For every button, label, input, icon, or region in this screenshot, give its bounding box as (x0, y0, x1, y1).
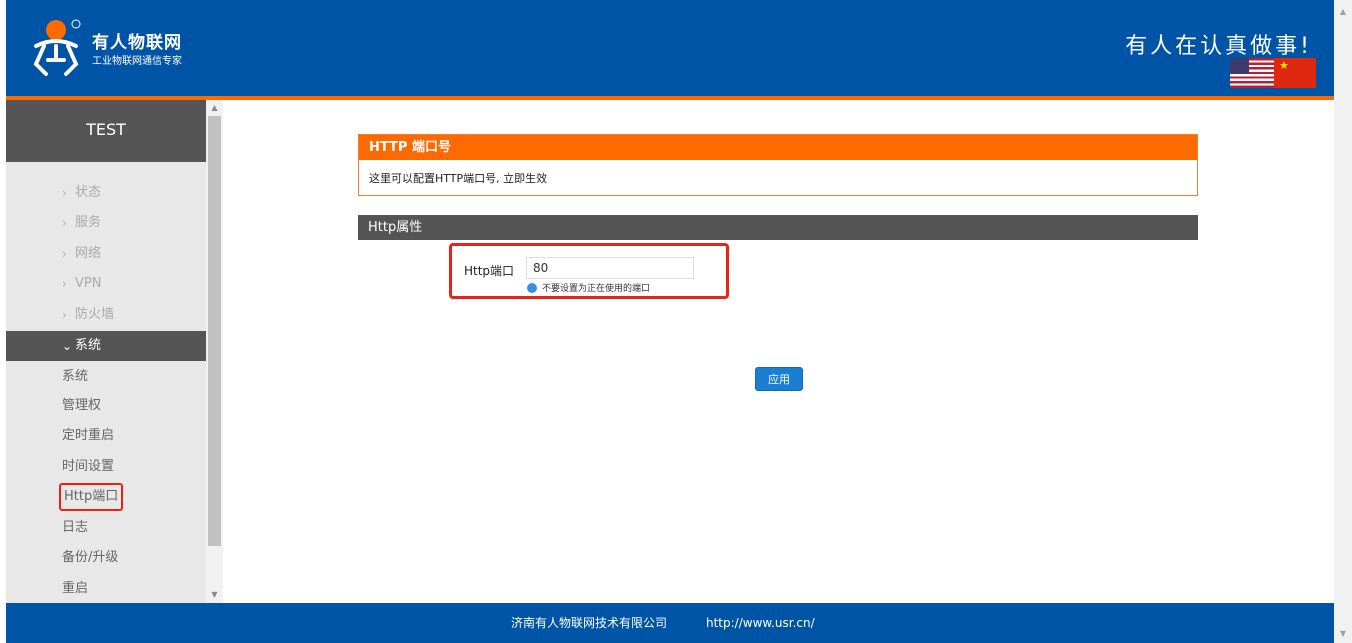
sidebar-item-label: 防火墙 (75, 307, 115, 322)
submenu-backup-upgrade[interactable]: 备份/升级 (62, 543, 118, 573)
submenu-http-port[interactable]: Http端口 (59, 483, 124, 511)
submenu-log[interactable]: 日志 (62, 513, 88, 543)
sidebar-item-label: 状态 (75, 185, 102, 200)
sidebar-item-label: VPN (75, 276, 102, 291)
sidebar-item-status[interactable]: › 状态 (6, 178, 206, 208)
sidebar-item-vpn[interactable]: › VPN (6, 269, 206, 299)
apply-button[interactable]: 应用 (755, 367, 803, 391)
page-scrollbar[interactable] (1334, 0, 1352, 643)
chevron-right-icon: › (62, 277, 67, 291)
info-panel: HTTP 端口号 这里可以配置HTTP端口号, 立即生效 (358, 134, 1198, 196)
chevron-down-icon: ⌄ (62, 339, 73, 353)
sidebar-scrollbar-thumb[interactable] (208, 116, 221, 546)
footer: 济南有人物联网技术有限公司 http://www.usr.cn/ (6, 603, 1334, 643)
scroll-up-icon[interactable]: ▲ (206, 100, 223, 116)
submenu-admin[interactable]: 管理权 (62, 391, 101, 421)
scroll-down-icon[interactable]: ▼ (206, 587, 223, 603)
english-flag-icon[interactable] (1230, 58, 1274, 88)
footer-company: 济南有人物联网技术有限公司 (511, 616, 668, 630)
chevron-right-icon: › (62, 186, 67, 200)
sidebar: TEST › 状态 › 服务 › 网络 › VPN › 防火墙 ⌄ 系统 系统 … (6, 100, 206, 603)
port-hint: 不要设置为正在使用的端口 (542, 284, 651, 294)
chevron-right-icon: › (62, 216, 67, 230)
slogan: 有人在认真做事! (1125, 34, 1312, 59)
sidebar-item-network[interactable]: › 网络 (6, 239, 206, 269)
page-scroll-up-icon[interactable]: ▲ (1334, 4, 1352, 20)
usr-logo-icon (33, 19, 81, 76)
sidebar-item-services[interactable]: › 服务 (6, 208, 206, 238)
submenu-time-settings[interactable]: 时间设置 (62, 452, 114, 482)
footer-url[interactable]: http://www.usr.cn/ (706, 603, 815, 643)
submenu-scheduled-reboot[interactable]: 定时重启 (62, 421, 114, 451)
header: 有人物联网 工业物联网通信专家 有人在认真做事! (6, 0, 1334, 96)
http-port-label: Http端口 (464, 264, 515, 278)
sidebar-item-label: 系统 (75, 338, 102, 353)
chevron-right-icon: › (62, 308, 67, 322)
brand-name: 有人物联网 (92, 33, 182, 53)
http-port-input[interactable] (526, 257, 694, 279)
sidebar-item-system[interactable]: ⌄ 系统 (6, 331, 206, 361)
submenu-system[interactable]: 系统 (62, 362, 88, 392)
brand-tagline: 工业物联网通信专家 (92, 56, 182, 67)
info-description: 这里可以配置HTTP端口号, 立即生效 (369, 172, 548, 185)
device-name: TEST (6, 100, 206, 162)
chevron-right-icon: › (62, 247, 67, 261)
section-title: Http属性 (358, 215, 1198, 240)
info-icon (527, 283, 537, 293)
app-window: 有人物联网 工业物联网通信专家 有人在认真做事! ★ TEST › 状态 › 服… (0, 0, 1352, 643)
submenu-reboot[interactable]: 重启 (62, 574, 88, 603)
sidebar-item-label: 网络 (75, 246, 102, 261)
page-scroll-down-icon[interactable]: ▼ (1334, 626, 1352, 642)
sidebar-item-firewall[interactable]: › 防火墙 (6, 300, 206, 330)
chinese-flag-icon[interactable]: ★ (1274, 58, 1316, 88)
info-title: HTTP 端口号 (359, 135, 1197, 160)
sidebar-item-label: 服务 (75, 215, 102, 230)
